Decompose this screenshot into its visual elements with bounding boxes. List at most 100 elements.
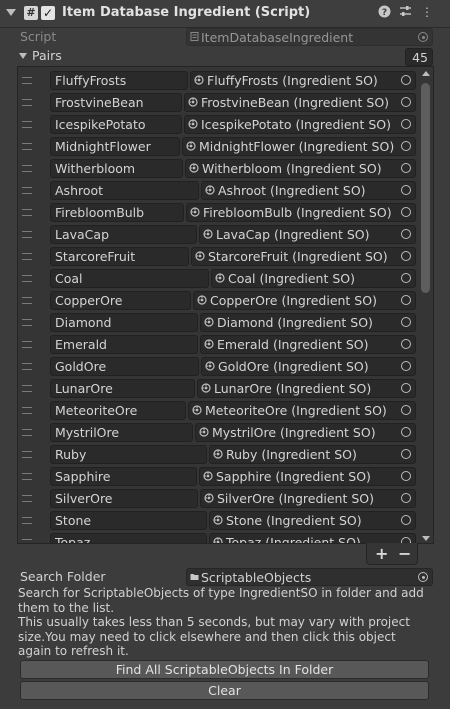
pairs-foldout[interactable]: Pairs [17, 48, 397, 64]
pair-key-field[interactable]: FluffyFrosts [50, 71, 188, 90]
help-icon[interactable]: ? [377, 5, 391, 19]
foldout-arrow-icon[interactable] [6, 9, 16, 16]
pair-key-field[interactable]: Sapphire [50, 467, 197, 486]
pair-key-field[interactable]: StarcoreFruit [50, 247, 189, 266]
pair-value-field[interactable]: Diamond (Ingredient SO) [200, 313, 416, 332]
object-picker-icon[interactable] [401, 273, 411, 283]
pair-key-field[interactable]: Diamond [50, 313, 198, 332]
object-picker-icon[interactable] [401, 317, 411, 327]
drag-handle-icon[interactable] [22, 77, 32, 84]
drag-handle-icon[interactable] [22, 143, 32, 150]
pair-value-field[interactable]: Ruby (Ingredient SO) [209, 445, 416, 464]
scrollbar-thumb[interactable] [421, 83, 430, 293]
pair-value-field[interactable]: LunarOre (Ingredient SO) [197, 379, 416, 398]
drag-handle-icon[interactable] [22, 517, 32, 524]
drag-handle-icon[interactable] [22, 319, 32, 326]
pair-value-field[interactable]: FluffyFrosts (Ingredient SO) [190, 71, 416, 90]
object-picker-icon[interactable] [401, 295, 411, 305]
object-picker-icon[interactable] [401, 471, 411, 481]
object-picker-icon[interactable] [401, 119, 411, 129]
object-picker-icon[interactable] [401, 185, 411, 195]
pair-value-field[interactable]: MeteoriteOre (Ingredient SO) [188, 401, 416, 420]
drag-handle-icon[interactable] [22, 231, 32, 238]
object-picker-icon[interactable] [401, 97, 411, 107]
object-picker-icon[interactable] [401, 427, 411, 437]
folder-picker-icon[interactable] [418, 572, 428, 582]
object-picker-icon[interactable] [401, 405, 411, 415]
object-picker-icon[interactable] [401, 251, 411, 261]
drag-handle-icon[interactable] [22, 297, 32, 304]
pair-value-field[interactable]: MystrilOre (Ingredient SO) [195, 423, 416, 442]
pair-value-field[interactable]: StarcoreFruit (Ingredient SO) [191, 247, 416, 266]
pair-key-field[interactable]: CopperOre [50, 291, 191, 310]
pair-key-field[interactable]: MeteoriteOre [50, 401, 186, 420]
drag-handle-icon[interactable] [22, 451, 32, 458]
drag-handle-icon[interactable] [22, 363, 32, 370]
drag-handle-icon[interactable] [22, 341, 32, 348]
presets-icon[interactable] [398, 5, 412, 19]
object-picker-icon[interactable] [401, 493, 411, 503]
scroll-down-arrow-icon[interactable] [422, 536, 430, 541]
pairs-count-field[interactable]: 45 [405, 48, 433, 66]
search-folder-field[interactable]: ScriptableObjects [186, 568, 433, 586]
pair-value-field[interactable]: GoldOre (Ingredient SO) [201, 357, 416, 376]
pair-value-field[interactable]: CopperOre (Ingredient SO) [193, 291, 416, 310]
drag-handle-icon[interactable] [22, 253, 32, 260]
context-menu-icon[interactable]: ⋮ [420, 5, 434, 19]
drag-handle-icon[interactable] [22, 187, 32, 194]
add-item-button[interactable]: + [375, 544, 388, 563]
pair-value-field[interactable]: MidnightFlower (Ingredient SO) [182, 137, 416, 156]
drag-handle-icon[interactable] [22, 429, 32, 436]
drag-handle-icon[interactable] [22, 473, 32, 480]
list-scrollbar[interactable] [420, 71, 431, 541]
pair-key-field[interactable]: MidnightFlower [50, 137, 180, 156]
scroll-up-arrow-icon[interactable] [422, 71, 430, 76]
pair-value-field[interactable]: LavaCap (Ingredient SO) [199, 225, 416, 244]
pair-key-field[interactable]: MystrilOre [50, 423, 193, 442]
pair-value-field[interactable]: Emerald (Ingredient SO) [200, 335, 416, 354]
object-picker-icon[interactable] [401, 163, 411, 173]
pair-value-field[interactable]: Witherbloom (Ingredient SO) [185, 159, 416, 178]
object-picker-icon[interactable] [418, 32, 428, 42]
pair-key-field[interactable]: Ashroot [50, 181, 199, 200]
pair-value-field[interactable]: Ashroot (Ingredient SO) [201, 181, 416, 200]
pair-value-field[interactable]: Sapphire (Ingredient SO) [199, 467, 416, 486]
pair-key-field[interactable]: GoldOre [50, 357, 199, 376]
pair-value-field[interactable]: SilverOre (Ingredient SO) [200, 489, 416, 508]
pair-key-field[interactable]: LavaCap [50, 225, 197, 244]
pair-value-field[interactable]: Coal (Ingredient SO) [211, 269, 416, 288]
object-picker-icon[interactable] [401, 515, 411, 525]
object-picker-icon[interactable] [401, 207, 411, 217]
pairs-fold-arrow-icon[interactable] [19, 53, 27, 59]
drag-handle-icon[interactable] [22, 121, 32, 128]
drag-handle-icon[interactable] [22, 495, 32, 502]
object-picker-icon[interactable] [401, 339, 411, 349]
drag-handle-icon[interactable] [22, 209, 32, 216]
drag-handle-icon[interactable] [22, 99, 32, 106]
pair-key-field[interactable]: FirebloomBulb [50, 203, 184, 222]
drag-handle-icon[interactable] [22, 407, 32, 414]
pair-value-field[interactable]: FirebloomBulb (Ingredient SO) [186, 203, 416, 222]
drag-handle-icon[interactable] [22, 275, 32, 282]
object-picker-icon[interactable] [401, 141, 411, 151]
pair-value-field[interactable]: IcespikePotato (Ingredient SO) [184, 115, 416, 134]
pair-key-field[interactable]: Stone [50, 511, 207, 530]
drag-handle-icon[interactable] [22, 539, 32, 543]
object-picker-icon[interactable] [401, 229, 411, 239]
drag-handle-icon[interactable] [22, 165, 32, 172]
enabled-checkbox[interactable]: ✓ [41, 6, 55, 20]
pair-key-field[interactable]: Witherbloom [50, 159, 183, 178]
object-picker-icon[interactable] [401, 449, 411, 459]
pair-key-field[interactable]: SilverOre [50, 489, 198, 508]
pair-key-field[interactable]: IcespikePotato [50, 115, 182, 134]
remove-item-button[interactable]: − [398, 544, 411, 563]
pair-key-field[interactable]: FrostvineBean [50, 93, 182, 112]
pair-value-field[interactable]: Stone (Ingredient SO) [209, 511, 416, 530]
pair-key-field[interactable]: Topaz [50, 533, 207, 543]
pair-key-field[interactable]: Coal [50, 269, 209, 288]
pair-key-field[interactable]: LunarOre [50, 379, 195, 398]
object-picker-icon[interactable] [401, 383, 411, 393]
drag-handle-icon[interactable] [22, 385, 32, 392]
pair-value-field[interactable]: FrostvineBean (Ingredient SO) [184, 93, 416, 112]
object-picker-icon[interactable] [401, 75, 411, 85]
